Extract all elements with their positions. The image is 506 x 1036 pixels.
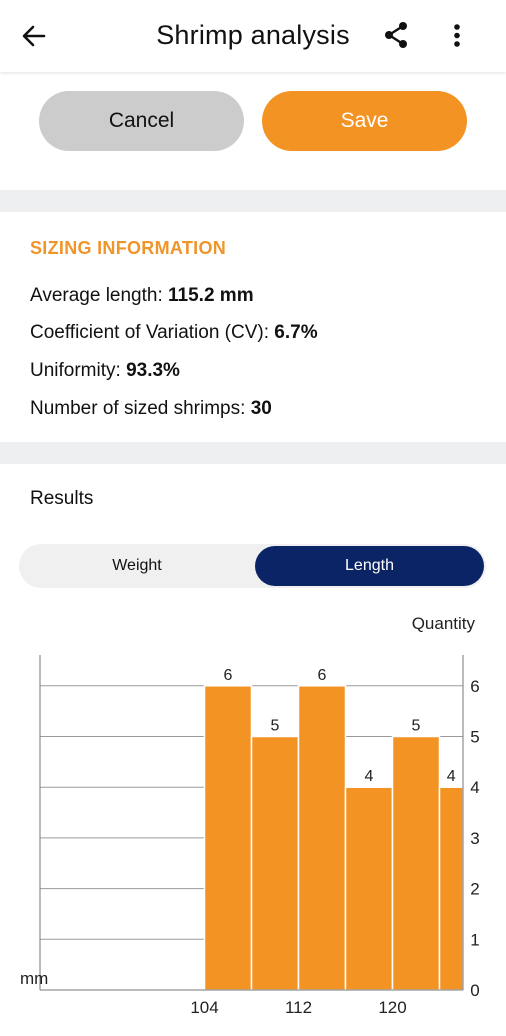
tab-length[interactable]: Length [255,546,484,586]
sized-count-row: Number of sized shrimps: 30 [30,398,272,420]
cv-value: 6.7% [274,322,318,343]
length-histogram-chart: 6 5 6 4 5 4 0 1 2 3 4 5 6 104 112 120 Quantity mm [20,614,480,1017]
cv-row: Coefficient of Variation (CV): 6.7% [30,322,318,344]
x-tick-label: 120 [378,998,406,1017]
y-tick-label: 4 [470,778,479,797]
y-tick-label: 0 [470,981,479,1000]
histogram-bar [297,685,347,991]
histogram-bar [203,685,253,991]
y-tick-label: 5 [470,728,479,747]
sizing-section-title: SIZING INFORMATION [30,238,227,258]
tab-weight[interactable]: Weight [21,546,253,586]
histogram-bar [438,786,464,991]
bar-value-label: 6 [318,667,327,684]
histogram-bar [250,735,300,991]
results-title: Results [30,488,94,509]
cancel-button[interactable]: Cancel [39,91,244,151]
y-tick-label: 2 [470,880,479,899]
histogram-bar [344,786,394,991]
x-axis-label: mm [20,969,48,988]
uniformity-label: Uniformity: [30,360,121,381]
bar-value-label: 5 [271,718,280,735]
histogram-bar [391,735,441,991]
bar-value-label: 6 [224,667,233,684]
share-icon[interactable] [382,21,410,49]
x-tick-label: 104 [190,998,218,1017]
uniformity-value: 93.3% [126,360,180,381]
uniformity-row: Uniformity: 93.3% [30,360,180,382]
weight-length-toggle: Weight Length [19,544,486,588]
x-tick-label: 112 [285,998,312,1017]
y-tick-label: 3 [470,829,479,848]
bar-value-label: 4 [447,768,456,785]
section-divider [0,442,506,464]
page-title: Shrimp analysis [156,20,350,50]
sized-count-value: 30 [250,398,272,419]
sized-count-label: Number of sized shrimps: [30,398,246,419]
average-length-label: Average length: [30,285,163,306]
y-axis-label: Quantity [412,614,476,633]
section-divider [0,190,506,212]
more-vert-icon[interactable] [445,21,469,49]
y-tick-label: 6 [470,677,479,696]
bar-value-label: 5 [412,718,421,735]
y-tick-label: 1 [470,930,479,949]
app-bar: Shrimp analysis [0,0,506,72]
bar-value-label: 4 [365,768,374,785]
cv-label: Coefficient of Variation (CV): [30,322,270,343]
average-length-value: 115.2 mm [168,285,254,306]
save-button[interactable]: Save [262,91,467,151]
average-length-row: Average length: 115.2 mm [30,285,254,307]
